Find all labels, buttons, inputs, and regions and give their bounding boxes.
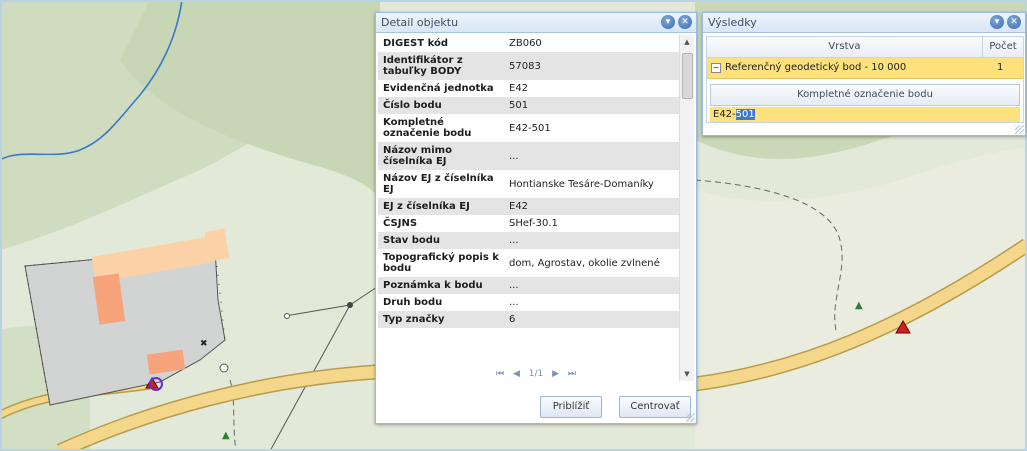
attribute-key: Stav bodu: [378, 232, 504, 249]
close-icon[interactable]: ✕: [678, 15, 692, 29]
column-header-count[interactable]: Počet: [983, 37, 1023, 57]
attribute-row[interactable]: Identifikátor z tabuľky BODY 57083: [378, 52, 680, 80]
attribute-value: ZB060: [504, 35, 680, 52]
attribute-key: Topografický popis k bodu: [378, 249, 504, 277]
detail-title: Detail objektu: [381, 16, 459, 29]
attribute-row[interactable]: Názov EJ z číselníka EJ Hontianske Tesáre…: [378, 170, 680, 198]
attribute-row[interactable]: DIGEST kód ZB060: [378, 35, 680, 52]
attribute-value: Hontianske Tesáre-Domaníky: [504, 170, 680, 198]
attribute-row[interactable]: EJ z číselníka EJ E42: [378, 198, 680, 215]
attribute-row[interactable]: Poznámka k bodu...: [378, 277, 680, 294]
attribute-value: 6: [504, 311, 680, 328]
close-icon[interactable]: ✕: [1007, 15, 1021, 29]
attribute-row[interactable]: Číslo bodu 501: [378, 97, 680, 114]
results-window: Výsledky ▾ ✕ Vrstva Počet − Referenčný g…: [702, 12, 1026, 136]
attribute-key: Kompletné označenie bodu: [378, 114, 504, 142]
resize-grip-icon[interactable]: [1015, 125, 1024, 134]
attribute-table: DIGEST kód ZB060 Identifikátor z tabuľky B…: [378, 35, 680, 381]
attribute-key: Druh bodu: [378, 294, 504, 311]
result-group-row[interactable]: − Referenčný geodetický bod - 10 000 1: [707, 58, 1023, 79]
attribute-key: Názov mimo číselníka EJ: [378, 142, 504, 170]
zoom-button[interactable]: Priblížiť: [540, 396, 602, 418]
attribute-grid: DIGEST kód ZB060 Identifikátor z tabuľky B…: [378, 35, 680, 328]
attribute-key: ČSJNS: [378, 215, 504, 232]
attribute-value: ...: [504, 277, 680, 294]
attribute-value: 57083: [504, 52, 680, 80]
pager-next-icon[interactable]: ▶: [552, 369, 559, 379]
attribute-value: 501: [504, 97, 680, 114]
results-grid-header: Vrstva Počet: [707, 37, 1023, 58]
detail-header[interactable]: Detail objektu ▾ ✕: [376, 13, 696, 33]
collapse-icon[interactable]: ▾: [661, 15, 675, 29]
svg-text:✖: ✖: [200, 339, 208, 349]
attribute-key: Číslo bodu: [378, 97, 504, 114]
attribute-value: E42: [504, 198, 680, 215]
attribute-value: dom, Agrostav, okolie zvlnené: [504, 249, 680, 277]
attribute-key: Poznámka k bodu: [378, 277, 504, 294]
attribute-key: Názov EJ z číselníka EJ: [378, 170, 504, 198]
attribute-row[interactable]: ČSJNS SHef-30.1: [378, 215, 680, 232]
pager-prev-icon[interactable]: ◀: [513, 369, 520, 379]
result-value-prefix: E42-: [713, 109, 736, 120]
attribute-row[interactable]: Kompletné označenie bodu E42-501: [378, 114, 680, 142]
attribute-value: E42-501: [504, 114, 680, 142]
attribute-value: E42: [504, 80, 680, 97]
detail-scrollbar[interactable]: ▲ ▼: [679, 35, 694, 381]
pager: ⏮ ◀ 1/1 ▶ ⏭: [376, 369, 696, 385]
pager-page: 1/1: [528, 369, 544, 379]
attribute-key: DIGEST kód: [378, 35, 504, 52]
column-header-layer[interactable]: Vrstva: [707, 37, 983, 57]
result-value-selected: 501: [735, 109, 755, 120]
scroll-up-icon[interactable]: ▲: [680, 35, 694, 49]
attribute-row[interactable]: Evidenčná jednotka E42: [378, 80, 680, 97]
pager-last-icon[interactable]: ⏭: [568, 369, 576, 379]
resize-grip-icon[interactable]: [686, 413, 695, 422]
attribute-row[interactable]: Stav bodu...: [378, 232, 680, 249]
scroll-thumb[interactable]: [682, 53, 693, 99]
attribute-value: SHef-30.1: [504, 215, 680, 232]
tree-icon: ▲: [855, 300, 863, 311]
pager-first-icon[interactable]: ⏮: [496, 369, 504, 379]
attribute-key: EJ z číselníka EJ: [378, 198, 504, 215]
detail-window: Detail objektu ▾ ✕ DIGEST kód ZB060 Identi…: [375, 12, 697, 424]
center-button[interactable]: Centrovať: [619, 396, 691, 418]
results-title: Výsledky: [708, 16, 757, 29]
result-group-count: 1: [997, 62, 1004, 73]
result-row[interactable]: E42-501: [710, 107, 1020, 122]
collapse-icon[interactable]: ▾: [990, 15, 1004, 29]
results-header[interactable]: Výsledky ▾ ✕: [703, 13, 1025, 33]
attribute-value: ...: [504, 294, 680, 311]
attribute-key: Evidenčná jednotka: [378, 80, 504, 97]
result-group-label: Referenčný geodetický bod - 10 000: [725, 62, 907, 73]
attribute-key: Identifikátor z tabuľky BODY: [378, 52, 504, 80]
tree-icon: ▲: [222, 430, 230, 441]
subgrid-header[interactable]: Kompletné označenie bodu: [710, 84, 1020, 106]
attribute-value: ...: [504, 142, 680, 170]
attribute-key: Typ značky: [378, 311, 504, 328]
attribute-row[interactable]: Názov mimo číselníka EJ...: [378, 142, 680, 170]
results-grid: Vrstva Počet − Referenčný geodetický bod…: [706, 36, 1024, 123]
attribute-row[interactable]: Typ značky 6: [378, 311, 680, 328]
attribute-row[interactable]: Druh bodu...: [378, 294, 680, 311]
attribute-value: ...: [504, 232, 680, 249]
collapse-group-icon[interactable]: −: [711, 63, 721, 73]
attribute-row[interactable]: Topografický popis k bodu dom, Agrostav, …: [378, 249, 680, 277]
